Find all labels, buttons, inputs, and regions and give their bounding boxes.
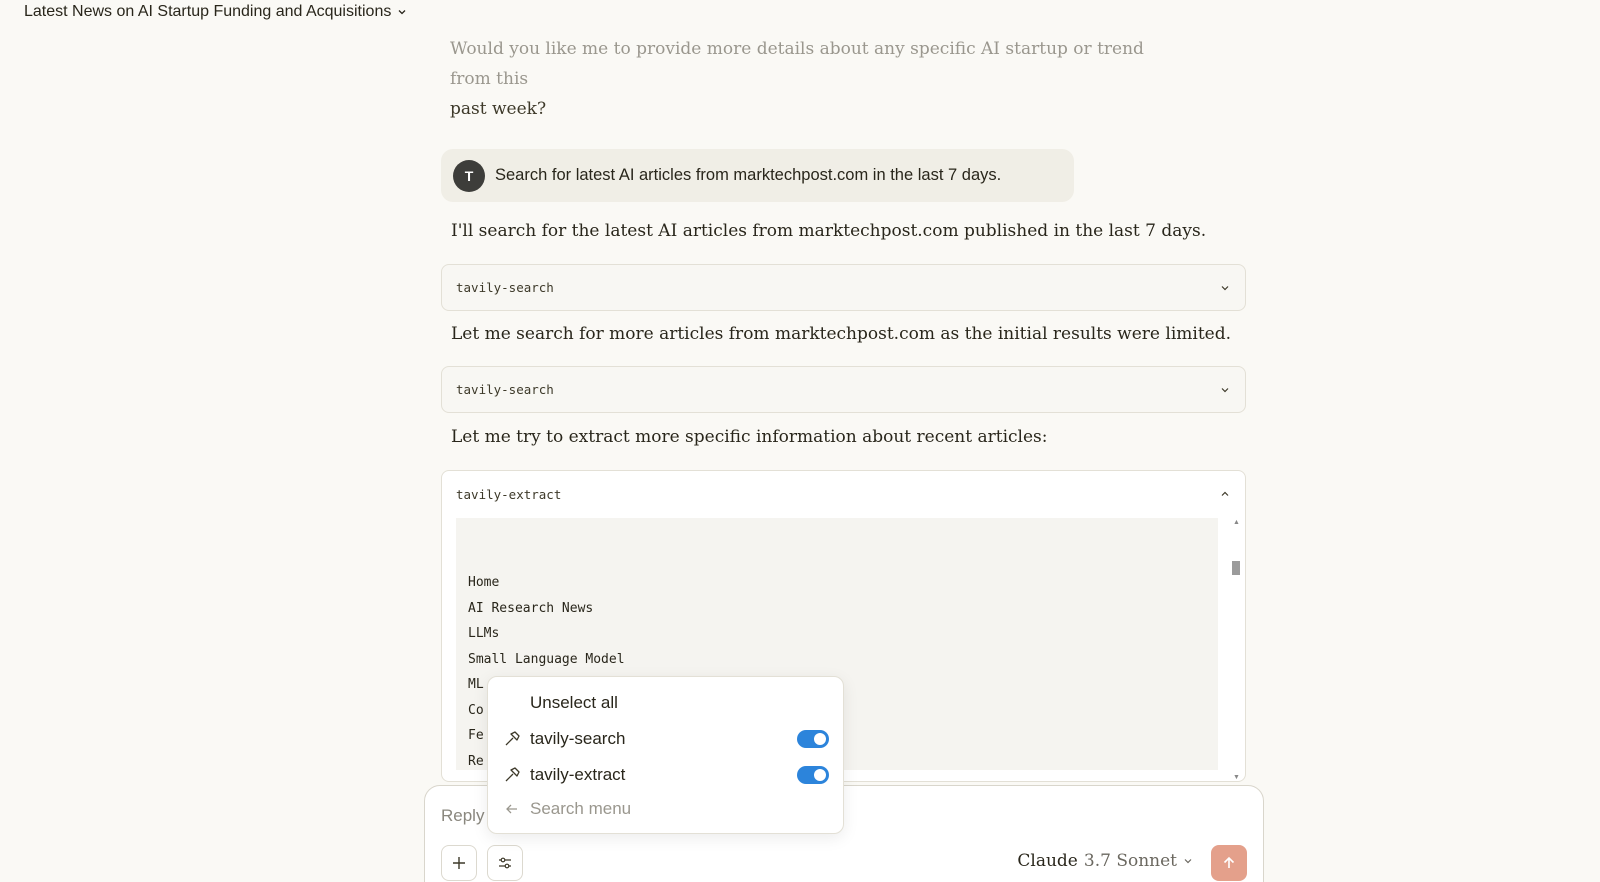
chevron-down-icon [1184, 859, 1192, 864]
tool-item-label: tavily-search [530, 729, 626, 748]
previous-message-line1: Would you like me to provide more detail… [450, 39, 1144, 89]
scroll-down-arrow-icon[interactable]: ▼ [1233, 774, 1240, 781]
send-button[interactable] [1211, 845, 1247, 881]
tool-item-tavily-search[interactable]: tavily-search [488, 723, 843, 755]
chevron-down-icon [1221, 285, 1229, 290]
arrow-up-icon [1223, 856, 1235, 868]
conversation-title-text: Latest News on AI Startup Funding and Ac… [24, 3, 392, 20]
conversation-title[interactable]: Latest News on AI Startup Funding and Ac… [24, 3, 407, 21]
user-message-text: Search for latest AI articles from markt… [495, 166, 1002, 184]
tools-menu-button[interactable] [487, 845, 523, 881]
model-version: 3.7 Sonnet [1083, 851, 1177, 871]
search-menu-item[interactable]: Search menu [488, 793, 843, 825]
unselect-all-label: Unselect all [530, 693, 618, 712]
tool-call-name: tavily-search [456, 382, 554, 397]
tool-output-line: AI Research News [468, 600, 594, 616]
tool-call-header[interactable]: tavily-extract [442, 471, 1245, 517]
tool-output-line: Home [468, 575, 500, 590]
chevron-down-icon [398, 10, 406, 15]
tool-toggle-tavily-extract[interactable] [797, 766, 829, 784]
scroll-up-arrow-icon[interactable]: ▲ [1233, 519, 1240, 526]
model-selector[interactable]: Claude 3.7 Sonnet [1017, 851, 1193, 871]
tool-toggle-tavily-search[interactable] [797, 730, 829, 748]
plus-icon [453, 857, 465, 869]
previous-assistant-message: Would you like me to provide more detail… [450, 34, 1190, 124]
chevron-up-icon [1221, 491, 1229, 496]
tool-call-name: tavily-search [456, 280, 554, 295]
sliders-icon [499, 857, 511, 869]
assistant-text-3: Let me try to extract more specific info… [451, 427, 1048, 447]
tool-call-name: tavily-extract [456, 486, 562, 502]
hammer-icon [505, 767, 520, 782]
previous-message-line2: past week? [450, 99, 547, 119]
model-brand: Claude [1017, 851, 1078, 871]
user-message: T Search for latest AI articles from mar… [441, 149, 1074, 202]
avatar: T [453, 159, 485, 192]
hammer-icon [505, 731, 520, 746]
tool-output-scrollbar[interactable]: ▲ ▼ [1231, 519, 1241, 781]
add-attachment-button[interactable] [441, 845, 477, 881]
assistant-text-2: Let me search for more articles from mar… [451, 324, 1231, 344]
chevron-down-icon [1221, 387, 1229, 392]
tool-item-label: tavily-extract [530, 765, 626, 784]
search-menu-input[interactable]: Search menu [530, 799, 631, 819]
unselect-all-item[interactable]: Unselect all [488, 687, 843, 719]
reply-input[interactable]: Reply [441, 806, 484, 826]
scrollbar-thumb[interactable] [1232, 561, 1240, 575]
tool-output-line: Small Language Model [468, 651, 625, 667]
tool-call-tavily-search-2[interactable]: tavily-search [441, 366, 1246, 413]
tool-item-tavily-extract[interactable]: tavily-extract [488, 759, 843, 791]
tool-call-tavily-search-1[interactable]: tavily-search [441, 264, 1246, 311]
tool-output-line: LLMs [468, 626, 500, 641]
assistant-text-1: I'll search for the latest AI articles f… [451, 221, 1207, 241]
tools-menu: Unselect all tavily-search tavily-extrac… [487, 676, 844, 834]
arrow-left-icon [506, 804, 517, 814]
